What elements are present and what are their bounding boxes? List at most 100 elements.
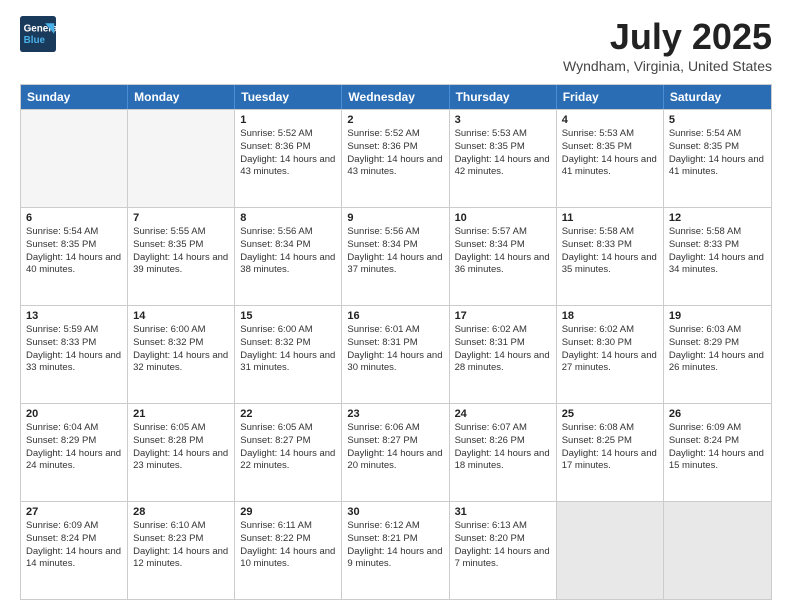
svg-text:Blue: Blue: [24, 35, 46, 46]
day-info: Sunrise: 5:54 AM Sunset: 8:35 PM Dayligh…: [669, 128, 766, 179]
day-number: 18: [562, 310, 658, 322]
day-info: Sunrise: 6:13 AM Sunset: 8:20 PM Dayligh…: [455, 520, 551, 571]
calendar-row: 1 Sunrise: 5:52 AM Sunset: 8:36 PM Daylig…: [21, 109, 771, 207]
day-info: Sunrise: 5:56 AM Sunset: 8:34 PM Dayligh…: [347, 226, 443, 277]
header: General Blue July 2025 Wyndham, Virginia…: [20, 16, 772, 74]
calendar-cell: [664, 502, 771, 599]
logo-icon: General Blue: [20, 16, 56, 52]
weekday-header: Monday: [128, 85, 235, 109]
calendar-cell: 2 Sunrise: 5:52 AM Sunset: 8:36 PM Daylig…: [342, 110, 449, 207]
day-number: 8: [240, 212, 336, 224]
calendar-cell: 21 Sunrise: 6:05 AM Sunset: 8:28 PM Dayli…: [128, 404, 235, 501]
day-info: Sunrise: 6:09 AM Sunset: 8:24 PM Dayligh…: [669, 422, 766, 473]
day-info: Sunrise: 5:54 AM Sunset: 8:35 PM Dayligh…: [26, 226, 122, 277]
day-number: 13: [26, 310, 122, 322]
day-info: Sunrise: 6:09 AM Sunset: 8:24 PM Dayligh…: [26, 520, 122, 571]
day-number: 5: [669, 114, 766, 126]
day-number: 9: [347, 212, 443, 224]
calendar-cell: 4 Sunrise: 5:53 AM Sunset: 8:35 PM Daylig…: [557, 110, 664, 207]
calendar-cell: 31 Sunrise: 6:13 AM Sunset: 8:20 PM Dayli…: [450, 502, 557, 599]
calendar-cell: [21, 110, 128, 207]
calendar-cell: [557, 502, 664, 599]
day-number: 7: [133, 212, 229, 224]
calendar-cell: 14Sunrise: 6:00 AM Sunset: 8:32 PM Dayli…: [128, 306, 235, 403]
day-info: Sunrise: 5:57 AM Sunset: 8:34 PM Dayligh…: [455, 226, 551, 277]
day-info: Sunrise: 6:03 AM Sunset: 8:29 PM Dayligh…: [669, 324, 766, 375]
day-info: Sunrise: 5:52 AM Sunset: 8:36 PM Dayligh…: [347, 128, 443, 179]
calendar-row: 20Sunrise: 6:04 AM Sunset: 8:29 PM Dayli…: [21, 403, 771, 501]
weekday-header: Friday: [557, 85, 664, 109]
day-number: 1: [240, 114, 336, 126]
calendar-row: 6Sunrise: 5:54 AM Sunset: 8:35 PM Daylig…: [21, 207, 771, 305]
calendar-cell: 7 Sunrise: 5:55 AM Sunset: 8:35 PM Daylig…: [128, 208, 235, 305]
calendar-cell: 10 Sunrise: 5:57 AM Sunset: 8:34 PM Dayli…: [450, 208, 557, 305]
day-number: 25: [562, 408, 658, 420]
calendar-cell: 6Sunrise: 5:54 AM Sunset: 8:35 PM Daylig…: [21, 208, 128, 305]
day-info: Sunrise: 6:05 AM Sunset: 8:27 PM Dayligh…: [240, 422, 336, 473]
calendar-cell: 5 Sunrise: 5:54 AM Sunset: 8:35 PM Daylig…: [664, 110, 771, 207]
calendar-cell: 30Sunrise: 6:12 AM Sunset: 8:21 PM Dayli…: [342, 502, 449, 599]
calendar-row: 13 Sunrise: 5:59 AM Sunset: 8:33 PM Dayli…: [21, 305, 771, 403]
day-number: 29: [240, 506, 336, 518]
calendar-cell: [128, 110, 235, 207]
day-info: Sunrise: 6:02 AM Sunset: 8:31 PM Dayligh…: [455, 324, 551, 375]
day-number: 10: [455, 212, 551, 224]
day-info: Sunrise: 6:00 AM Sunset: 8:32 PM Dayligh…: [133, 324, 229, 375]
calendar-cell: 8Sunrise: 5:56 AM Sunset: 8:34 PM Daylig…: [235, 208, 342, 305]
calendar-row: 27 Sunrise: 6:09 AM Sunset: 8:24 PM Dayli…: [21, 501, 771, 599]
calendar-cell: 11Sunrise: 5:58 AM Sunset: 8:33 PM Dayli…: [557, 208, 664, 305]
day-info: Sunrise: 6:00 AM Sunset: 8:32 PM Dayligh…: [240, 324, 336, 375]
day-number: 22: [240, 408, 336, 420]
calendar-cell: 13 Sunrise: 5:59 AM Sunset: 8:33 PM Dayli…: [21, 306, 128, 403]
calendar-cell: 28 Sunrise: 6:10 AM Sunset: 8:23 PM Dayli…: [128, 502, 235, 599]
weekday-header: Thursday: [450, 85, 557, 109]
calendar-cell: 27 Sunrise: 6:09 AM Sunset: 8:24 PM Dayli…: [21, 502, 128, 599]
calendar-cell: 12 Sunrise: 5:58 AM Sunset: 8:33 PM Dayli…: [664, 208, 771, 305]
calendar-cell: 9 Sunrise: 5:56 AM Sunset: 8:34 PM Daylig…: [342, 208, 449, 305]
day-info: Sunrise: 5:58 AM Sunset: 8:33 PM Dayligh…: [562, 226, 658, 277]
calendar-body: 1 Sunrise: 5:52 AM Sunset: 8:36 PM Daylig…: [21, 109, 771, 599]
day-info: Sunrise: 6:05 AM Sunset: 8:28 PM Dayligh…: [133, 422, 229, 473]
day-info: Sunrise: 6:12 AM Sunset: 8:21 PM Dayligh…: [347, 520, 443, 571]
day-number: 24: [455, 408, 551, 420]
calendar-cell: 22 Sunrise: 6:05 AM Sunset: 8:27 PM Dayli…: [235, 404, 342, 501]
calendar-cell: 18 Sunrise: 6:02 AM Sunset: 8:30 PM Dayli…: [557, 306, 664, 403]
weekday-header: Saturday: [664, 85, 771, 109]
calendar-cell: 23Sunrise: 6:06 AM Sunset: 8:27 PM Dayli…: [342, 404, 449, 501]
day-number: 31: [455, 506, 551, 518]
day-info: Sunrise: 5:55 AM Sunset: 8:35 PM Dayligh…: [133, 226, 229, 277]
calendar: SundayMondayTuesdayWednesdayThursdayFrid…: [20, 84, 772, 600]
day-info: Sunrise: 6:11 AM Sunset: 8:22 PM Dayligh…: [240, 520, 336, 571]
day-number: 28: [133, 506, 229, 518]
calendar-cell: 1 Sunrise: 5:52 AM Sunset: 8:36 PM Daylig…: [235, 110, 342, 207]
day-number: 27: [26, 506, 122, 518]
day-number: 19: [669, 310, 766, 322]
day-number: 12: [669, 212, 766, 224]
day-number: 17: [455, 310, 551, 322]
day-info: Sunrise: 5:58 AM Sunset: 8:33 PM Dayligh…: [669, 226, 766, 277]
day-info: Sunrise: 5:59 AM Sunset: 8:33 PM Dayligh…: [26, 324, 122, 375]
day-info: Sunrise: 5:52 AM Sunset: 8:36 PM Dayligh…: [240, 128, 336, 179]
day-info: Sunrise: 5:53 AM Sunset: 8:35 PM Dayligh…: [562, 128, 658, 179]
subtitle: Wyndham, Virginia, United States: [563, 58, 772, 74]
calendar-cell: 24 Sunrise: 6:07 AM Sunset: 8:26 PM Dayli…: [450, 404, 557, 501]
day-number: 4: [562, 114, 658, 126]
calendar-cell: 19 Sunrise: 6:03 AM Sunset: 8:29 PM Dayli…: [664, 306, 771, 403]
day-number: 21: [133, 408, 229, 420]
calendar-header: SundayMondayTuesdayWednesdayThursdayFrid…: [21, 85, 771, 109]
logo: General Blue: [20, 16, 56, 52]
day-info: Sunrise: 6:02 AM Sunset: 8:30 PM Dayligh…: [562, 324, 658, 375]
main-title: July 2025: [563, 16, 772, 58]
page: General Blue July 2025 Wyndham, Virginia…: [0, 0, 792, 612]
day-number: 23: [347, 408, 443, 420]
weekday-header: Tuesday: [235, 85, 342, 109]
day-info: Sunrise: 6:07 AM Sunset: 8:26 PM Dayligh…: [455, 422, 551, 473]
calendar-cell: 25 Sunrise: 6:08 AM Sunset: 8:25 PM Dayli…: [557, 404, 664, 501]
day-number: 15: [240, 310, 336, 322]
calendar-cell: 26Sunrise: 6:09 AM Sunset: 8:24 PM Dayli…: [664, 404, 771, 501]
day-number: 2: [347, 114, 443, 126]
calendar-cell: 20Sunrise: 6:04 AM Sunset: 8:29 PM Dayli…: [21, 404, 128, 501]
day-info: Sunrise: 6:08 AM Sunset: 8:25 PM Dayligh…: [562, 422, 658, 473]
day-info: Sunrise: 6:10 AM Sunset: 8:23 PM Dayligh…: [133, 520, 229, 571]
title-block: July 2025 Wyndham, Virginia, United Stat…: [563, 16, 772, 74]
